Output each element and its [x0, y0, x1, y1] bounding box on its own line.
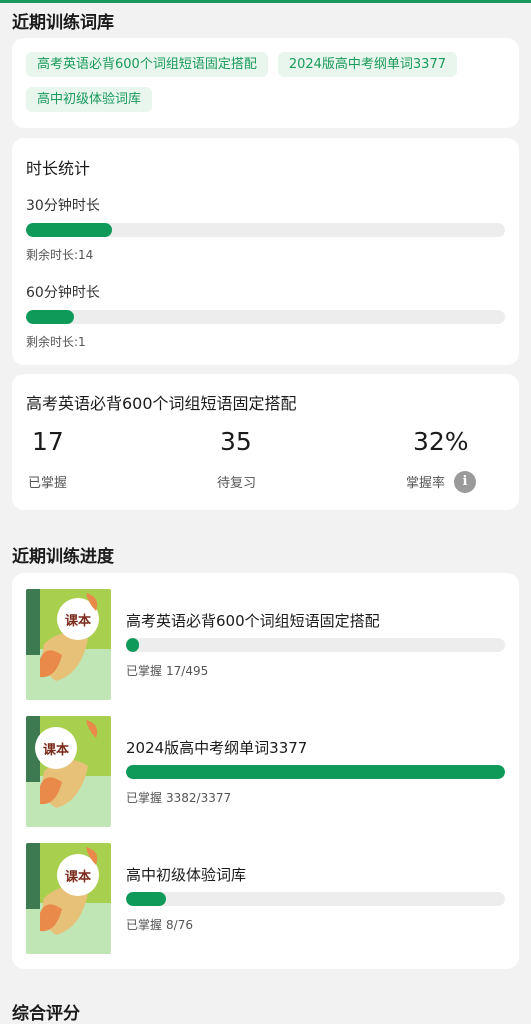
stat-review-label: 待复习 [217, 476, 257, 491]
stat-rate-label: 掌握率 [406, 476, 446, 491]
duration-60-fill [26, 310, 74, 324]
mastered-count: 3382/3377 [166, 791, 232, 805]
stat-mastered-value: 17 [32, 427, 64, 456]
book-cover-icon: 课本 [26, 589, 111, 700]
progress-fill-1 [126, 765, 505, 779]
mastered-label: 已掌握 [126, 918, 163, 932]
progress-count: 已掌握 17/495 [126, 662, 208, 679]
progress-item-title: 高考英语必背600个词组短语固定搭配 [126, 612, 380, 630]
section-title-recent-libraries: 近期训练词库 [12, 13, 114, 33]
duration-30-bar [26, 223, 505, 237]
section-title-recent-progress: 近期训练进度 [12, 547, 114, 567]
book-cover-icon: 课本 [26, 716, 111, 827]
duration-title: 时长统计 [26, 159, 91, 178]
progress-count: 已掌握 3382/3377 [126, 789, 231, 806]
library-tag[interactable]: 高考英语必背600个词组短语固定搭配 [26, 52, 268, 77]
mastered-label: 已掌握 [126, 664, 163, 678]
book-label: 课本 [43, 742, 69, 758]
book-label: 课本 [65, 613, 91, 629]
stat-mastered-label: 已掌握 [28, 476, 68, 491]
stat-review-value: 35 [220, 427, 252, 456]
mastered-label: 已掌握 [126, 791, 163, 805]
top-accent-line [0, 0, 531, 3]
library-tag[interactable]: 2024版高中考纲单词3377 [277, 52, 457, 77]
duration-60-remaining: 剩余时长:1 [26, 335, 86, 349]
mastered-count: 8/76 [166, 918, 193, 932]
library-tag[interactable]: 高中初级体验词库 [26, 87, 153, 112]
progress-item-title: 高中初级体验词库 [126, 866, 247, 884]
progress-count: 已掌握 8/76 [126, 916, 193, 933]
section-title-overall-score: 综合评分 [12, 1004, 80, 1024]
progress-bar [126, 892, 505, 906]
duration-60-label: 60分钟时长 [26, 285, 100, 301]
book-label: 课本 [65, 869, 91, 885]
duration-30-fill [26, 223, 113, 237]
duration-30-remaining: 剩余时长:14 [26, 248, 94, 262]
progress-bar [126, 638, 505, 652]
stat-rate-value: 32% [413, 427, 469, 456]
duration-30-label: 30分钟时长 [26, 198, 100, 214]
progress-item-title: 2024版高中考纲单词3377 [126, 739, 308, 757]
duration-60-bar [26, 310, 505, 324]
book-cover-icon: 课本 [26, 843, 111, 954]
progress-fill-2 [126, 892, 166, 906]
progress-card: 课本 高考英语必背600个词组短语固定搭配 已掌握 17/495 课本 2024版… [12, 573, 519, 969]
info-icon[interactable]: i [454, 471, 476, 493]
library-tags-card: 高考英语必背600个词组短语固定搭配 2024版高中考纲单词3377 高中初级体… [12, 38, 519, 128]
mastery-title: 高考英语必背600个词组短语固定搭配 [26, 394, 297, 413]
duration-card: 时长统计 30分钟时长 剩余时长:14 60分钟时长 剩余时长:1 [12, 138, 519, 365]
mastered-count: 17/495 [166, 664, 209, 678]
progress-bar [126, 765, 505, 779]
progress-fill-0 [126, 638, 139, 652]
mastery-card: 高考英语必背600个词组短语固定搭配 17 已掌握 35 待复习 32% 掌握率… [12, 374, 519, 510]
